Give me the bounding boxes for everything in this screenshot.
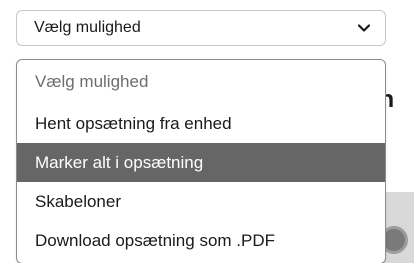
option-select[interactable]: Vælg mulighed (16, 10, 386, 46)
chevron-down-icon (357, 21, 371, 35)
dropdown-option-fetch-from-device[interactable]: Hent opsætning fra enhed (17, 104, 385, 143)
select-current-value: Vælg mulighed (34, 19, 141, 36)
dropdown-option-select-all[interactable]: Marker alt i opsætning (17, 143, 385, 182)
dropdown-option-download-pdf[interactable]: Download opsætning som .PDF (17, 221, 385, 260)
dropdown-option-placeholder[interactable]: Vælg mulighed (17, 60, 385, 104)
select-dropdown-list: Vælg mulighed Hent opsætning fra enhed M… (16, 59, 386, 263)
dropdown-option-templates[interactable]: Skabeloner (17, 182, 385, 221)
